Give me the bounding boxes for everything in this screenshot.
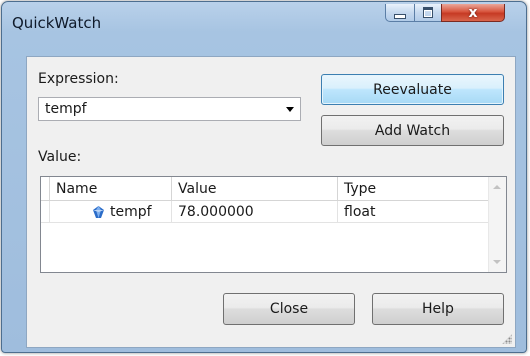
help-button[interactable]: Help [372, 293, 504, 325]
quickwatch-window: QuickWatch x Expression: tempf Reevaluat… [1, 1, 527, 353]
close-button[interactable]: Close [223, 293, 355, 325]
window-title: QuickWatch [12, 14, 102, 32]
dialog-body: Expression: tempf Reevaluate Add Watch V… [26, 56, 516, 348]
column-header-type[interactable]: Type [338, 177, 489, 201]
window-close-button[interactable]: x [441, 4, 505, 22]
vertical-scrollbar[interactable] [488, 177, 506, 272]
variable-name: tempf [110, 204, 152, 220]
table-row-value-cell[interactable]: 78.000000 [172, 201, 338, 223]
column-header-name[interactable]: Name [50, 177, 172, 201]
add-watch-button[interactable]: Add Watch [321, 115, 504, 146]
table-row-name-cell[interactable]: tempf [50, 201, 172, 223]
grid-header-spacer [41, 177, 50, 201]
chevron-down-icon[interactable] [286, 107, 294, 112]
variable-gem-icon [93, 206, 104, 218]
scroll-down-icon[interactable] [493, 260, 501, 264]
expression-combobox[interactable]: tempf [38, 97, 301, 121]
column-header-value[interactable]: Value [172, 177, 338, 201]
maximize-button[interactable] [414, 4, 442, 22]
reevaluate-button[interactable]: Reevaluate [321, 74, 504, 105]
minimize-icon [394, 13, 406, 19]
row-gutter [41, 201, 50, 223]
close-icon: x [468, 4, 478, 21]
minimize-button[interactable] [385, 4, 415, 22]
resize-grip-icon[interactable] [502, 334, 512, 344]
expression-value: tempf [45, 101, 87, 117]
value-grid[interactable]: Name Value Type tempf 78.000000 float [40, 176, 507, 273]
expression-label: Expression: [38, 71, 119, 87]
maximize-icon [423, 7, 433, 18]
table-row-type-cell: float [338, 201, 489, 223]
scroll-up-icon[interactable] [493, 185, 501, 189]
value-label: Value: [38, 149, 82, 165]
